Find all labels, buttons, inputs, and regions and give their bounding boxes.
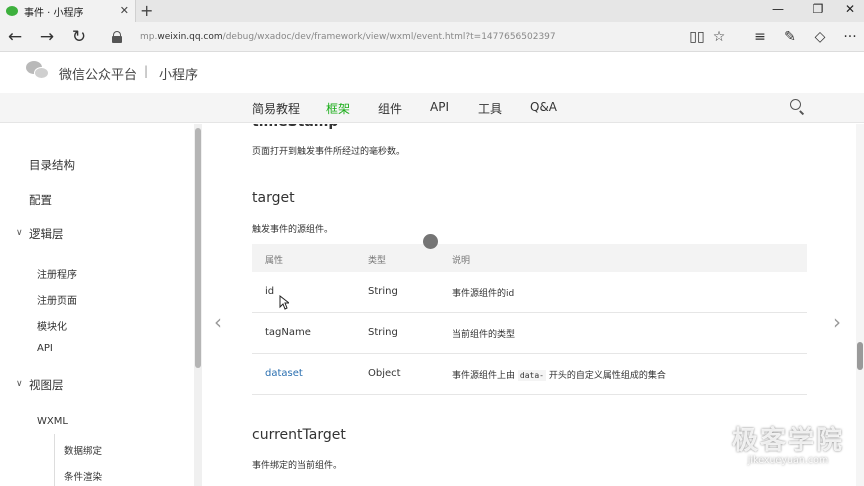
address-bar[interactable]: mp.weixin.qq.com/debug/wxadoc/dev/framew… — [104, 26, 674, 48]
refresh-icon[interactable]: ↻ — [69, 26, 89, 48]
nav-tutorial[interactable]: 简易教程 — [252, 100, 300, 117]
close-tab-icon[interactable]: ✕ — [120, 4, 129, 17]
table-header: 属性 类型 说明 — [252, 244, 807, 272]
window-close-icon[interactable]: ✕ — [842, 2, 858, 16]
target-table: 属性 类型 说明 id String 事件源组件的id tagName Stri… — [252, 244, 807, 395]
table-row: id String 事件源组件的id — [252, 272, 807, 313]
nav-components[interactable]: 组件 — [378, 100, 402, 117]
restore-icon[interactable]: ❐ — [810, 2, 826, 16]
nav-qa[interactable]: Q&A — [530, 100, 557, 114]
sidebar-item-api[interactable]: API — [37, 343, 53, 354]
prop-desc: 事件源组件上由 data- 开头的自定义属性组成的集合 — [452, 370, 666, 381]
share-icon[interactable]: ◇ — [810, 27, 830, 47]
code-snippet: data- — [517, 370, 546, 381]
more-icon[interactable]: ··· — [840, 27, 860, 47]
note-icon[interactable]: ✎ — [780, 27, 800, 47]
reading-view-icon[interactable]: ▯▯ — [687, 27, 707, 47]
sidebar-item-register-page[interactable]: 注册页面 — [37, 292, 77, 307]
next-page-arrow-icon[interactable]: › — [833, 310, 841, 334]
table-row: dataset Object 事件源组件上由 data- 开头的自定义属性组成的… — [252, 354, 807, 395]
sidebar-item-config[interactable]: 配置 — [29, 192, 52, 208]
prop-type: Object — [368, 368, 401, 379]
star-icon[interactable]: ☆ — [709, 27, 729, 47]
new-tab-button[interactable]: + — [140, 1, 154, 20]
prop-desc: 当前组件的类型 — [452, 330, 516, 340]
watermark-title: 极客学院 — [731, 426, 844, 456]
nav-tools[interactable]: 工具 — [478, 100, 502, 117]
sidebar-item-conditional[interactable]: 条件渲染 — [64, 469, 102, 483]
browser-nav-bar: ← → ↻ mp.weixin.qq.com/debug/wxadoc/dev/… — [0, 22, 864, 52]
site-header: 微信公众平台 | 小程序 — [0, 53, 864, 93]
watermark-logo: 极客学院 jikexueyuan.com — [718, 420, 858, 466]
search-icon[interactable] — [790, 99, 804, 113]
heading-current-target: currentTarget — [252, 427, 346, 443]
forward-icon[interactable]: → — [37, 26, 57, 48]
sidebar-item-wxml[interactable]: WXML — [37, 416, 68, 427]
prop-type: String — [368, 286, 398, 297]
prop-type: String — [368, 327, 398, 338]
hub-icon[interactable]: ≡ — [750, 27, 770, 47]
url-text: mp.weixin.qq.com/debug/wxadoc/dev/framew… — [140, 32, 556, 42]
browser-tab-bar: 事件 · 小程序 ✕ + — ❐ ✕ — [0, 0, 864, 22]
browser-tab[interactable]: 事件 · 小程序 ✕ — [0, 0, 136, 22]
prop-desc: 事件源组件的id — [452, 289, 515, 299]
back-icon[interactable]: ← — [5, 26, 25, 48]
brand-title[interactable]: 微信公众平台 — [59, 64, 137, 83]
nav-framework[interactable]: 框架 — [326, 100, 350, 117]
table-row: tagName String 当前组件的类型 — [252, 313, 807, 354]
prop-name: id — [265, 286, 275, 297]
sidebar-item-register-app[interactable]: 注册程序 — [37, 266, 77, 281]
prev-page-arrow-icon[interactable]: ‹ — [214, 310, 222, 334]
dataset-link[interactable]: dataset — [265, 368, 303, 379]
sidebar-item-view[interactable]: 视图层 — [29, 377, 64, 393]
sidebar-item-modular[interactable]: 模块化 — [37, 318, 67, 333]
sidebar: 目录结构 配置 ∨ 逻辑层 注册程序 注册页面 模块化 API ∨ 视图层 WX… — [0, 124, 194, 486]
prop-name: tagName — [265, 327, 311, 338]
lock-icon — [112, 31, 122, 43]
column-header: 类型 — [368, 256, 387, 266]
wechat-favicon-icon — [6, 6, 18, 16]
main-scroll-thumb[interactable] — [857, 342, 863, 370]
minimize-icon[interactable]: — — [770, 2, 786, 16]
tab-title: 事件 · 小程序 — [24, 7, 84, 19]
chevron-down-icon[interactable]: ∨ — [16, 379, 23, 389]
sidebar-item-directory[interactable]: 目录结构 — [29, 157, 75, 173]
chevron-down-icon[interactable]: ∨ — [16, 228, 23, 238]
mouse-pointer-icon — [279, 295, 289, 310]
heading-target: target — [252, 190, 295, 206]
target-desc: 触发事件的源组件。 — [252, 225, 334, 235]
nav-api[interactable]: API — [430, 100, 449, 114]
current-target-desc: 事件绑定的当前组件。 — [252, 461, 343, 471]
sidebar-item-logic[interactable]: 逻辑层 — [29, 226, 64, 242]
brand-separator: | — [144, 64, 149, 78]
tree-line — [54, 434, 55, 486]
brand-subtitle[interactable]: 小程序 — [159, 64, 198, 83]
main-nav: 简易教程 框架 组件 API 工具 Q&A — [0, 93, 864, 123]
heading-timestamp: timeStamp — [252, 124, 338, 130]
wechat-logo-icon[interactable] — [26, 61, 50, 81]
sidebar-item-data-binding[interactable]: 数据绑定 — [64, 443, 102, 457]
timestamp-desc: 页面打开到触发事件所经过的毫秒数。 — [252, 147, 406, 157]
column-header: 说明 — [452, 256, 471, 266]
column-header: 属性 — [265, 256, 284, 266]
click-indicator — [423, 234, 438, 249]
sidebar-scroll-thumb[interactable] — [195, 128, 201, 368]
